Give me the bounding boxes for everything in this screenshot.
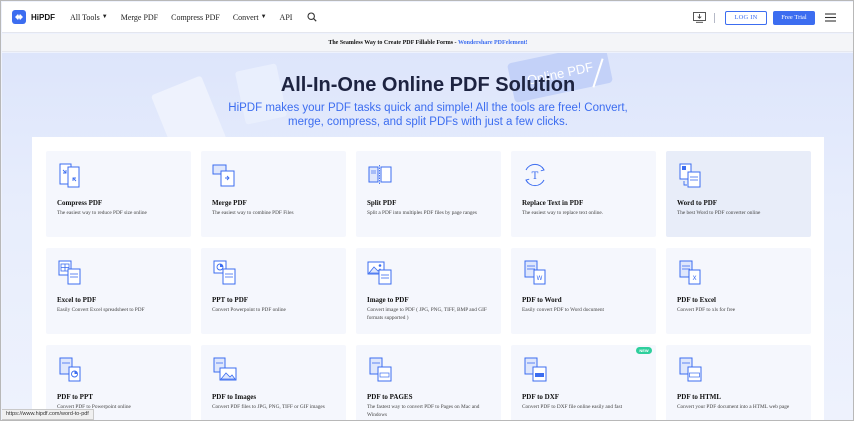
promo-banner[interactable]: The Seamless Way to Create PDF Fillable …	[2, 34, 853, 52]
nav-convert[interactable]: Convert ▼	[233, 13, 267, 22]
tool-card-ppt-to-pdf[interactable]: PPT to PDF Convert Powerpoint to PDF onl…	[201, 248, 346, 334]
pdf-to-html-icon	[676, 355, 704, 383]
tool-title: PDF to HTML	[677, 393, 722, 401]
free-trial-button[interactable]: Free Trial	[773, 10, 815, 25]
logo[interactable]: HiPDF	[12, 10, 55, 24]
replace-text-icon: T	[521, 161, 549, 189]
svg-text:T: T	[532, 171, 539, 182]
hero-subtitle: HiPDF makes your PDF tasks quick and sim…	[228, 102, 628, 128]
ppt-to-pdf-icon	[211, 258, 239, 286]
nav-merge-pdf-label: Merge PDF	[120, 12, 159, 22]
tool-title: Compress PDF	[57, 199, 103, 207]
tool-description: The easiest way to combine PDF Files	[212, 210, 294, 216]
svg-text:X: X	[692, 275, 696, 282]
excel-to-pdf-icon	[56, 258, 84, 286]
nav-api-label: API	[279, 12, 293, 22]
tool-card-replace-text[interactable]: T Replace Text in PDF The easiest way to…	[511, 151, 656, 237]
hamburger-menu-icon[interactable]	[825, 13, 836, 22]
merge-icon	[211, 161, 239, 189]
browser-viewport: HiPDF All Tools ▼ Merge PDF Compress PDF…	[0, 0, 854, 421]
promo-banner-link[interactable]: Wondershare PDFelement!	[458, 40, 528, 46]
nav-all-tools-label: All Tools	[70, 12, 100, 22]
tool-card-compress-pdf[interactable]: Compress PDF The easiest way to reduce P…	[46, 151, 191, 237]
header-divider	[714, 12, 715, 23]
tool-title: Image to PDF	[367, 296, 409, 304]
new-badge: NEW	[636, 347, 652, 354]
tool-title: Merge PDF	[212, 199, 247, 207]
pdf-to-word-icon: W	[521, 258, 549, 286]
tool-description: Convert image to PDF ( JPG, PNG, TIFF, B…	[367, 307, 487, 321]
tool-card-pdf-to-word[interactable]: W PDF to Word Easily convert PDF to Word…	[511, 248, 656, 334]
tool-card-pdf-to-dxf[interactable]: NEW PDF to DXF Convert PDF to DXF file o…	[511, 345, 656, 420]
tool-description: Convert PDF to xls for free	[677, 307, 736, 313]
tool-card-split-pdf[interactable]: Split PDF Split a PDF into multiples PDF…	[356, 151, 501, 237]
tool-description: The easiest way to replace text online.	[522, 210, 604, 216]
word-to-pdf-icon	[676, 161, 704, 189]
tool-description: The easiest way to reduce PDF size onlin…	[57, 210, 147, 216]
top-navbar: HiPDF All Tools ▼ Merge PDF Compress PDF…	[2, 2, 853, 33]
tool-card-pdf-to-images[interactable]: PDF to Images Convert PDF files to JPG, …	[201, 345, 346, 420]
tool-title: Replace Text in PDF	[522, 199, 584, 207]
tool-description: Convert your PDF document into a HTML we…	[677, 404, 790, 410]
tool-description: Convert PDF files to JPG, PNG, TIFF or G…	[212, 404, 325, 410]
chevron-down-icon: ▼	[101, 14, 108, 20]
tool-description: Convert PDF to DXF file online easily an…	[522, 404, 623, 410]
nav-convert-label: Convert	[232, 12, 259, 22]
desktop-download-icon[interactable]	[693, 12, 706, 23]
tool-title: PDF to Word	[522, 296, 562, 304]
tool-card-merge-pdf[interactable]: Merge PDF The easiest way to combine PDF…	[201, 151, 346, 237]
tool-description: Easily convert PDF to Word document	[522, 307, 605, 313]
pdf-to-images-icon	[211, 355, 239, 383]
nav-api[interactable]: API	[280, 13, 293, 22]
main-nav: All Tools ▼ Merge PDF Compress PDF Conve…	[70, 12, 318, 22]
tool-title: PDF to PAGES	[367, 393, 413, 401]
tool-title: Excel to PDF	[57, 296, 97, 304]
tool-description: Convert Powerpoint to PDF online	[212, 307, 286, 313]
nav-compress-pdf-label: Compress PDF	[171, 12, 220, 22]
tool-title: Word to PDF	[677, 199, 718, 207]
nav-all-tools[interactable]: All Tools ▼	[70, 13, 108, 22]
tool-card-pdf-to-pages[interactable]: PDF to PAGES The fastest way to convert …	[356, 345, 501, 420]
pdf-to-pages-icon	[366, 355, 394, 383]
nav-compress-pdf[interactable]: Compress PDF	[171, 13, 220, 22]
tool-title: PDF to Excel	[677, 296, 717, 304]
tool-card-image-to-pdf[interactable]: Image to PDF Convert image to PDF ( JPG,…	[356, 248, 501, 334]
hipdf-logo-icon	[12, 10, 26, 24]
tool-description: The best Word to PDF converter online	[677, 210, 761, 216]
tool-card-pdf-to-excel[interactable]: X PDF to Excel Convert PDF to xls for fr…	[666, 248, 811, 334]
login-button[interactable]: LOG IN	[725, 10, 767, 25]
tool-card-word-to-pdf[interactable]: Word to PDF The best Word to PDF convert…	[666, 151, 811, 237]
chevron-down-icon: ▼	[260, 14, 267, 20]
pdf-to-ppt-icon	[56, 355, 84, 383]
hero-title: All-In-One Online PDF Solution	[280, 74, 576, 96]
split-icon	[366, 161, 394, 189]
link-status-bar: https://www.hipdf.com/word-to-pdf	[2, 409, 94, 420]
tool-card-excel-to-pdf[interactable]: Excel to PDF Easily Convert Excel spread…	[46, 248, 191, 334]
svg-text:W: W	[537, 275, 543, 282]
tool-description: Easily Convert Excel spreadsheet to PDF	[57, 307, 145, 313]
tool-title: PDF to PPT	[57, 393, 93, 401]
tool-title: Split PDF	[367, 199, 397, 207]
compress-icon	[56, 161, 84, 189]
tool-card-pdf-to-html[interactable]: PDF to HTML Convert your PDF document in…	[666, 345, 811, 420]
pdf-to-dxf-icon	[521, 355, 549, 383]
header-actions: LOG IN Free Trial	[693, 2, 853, 33]
tools-panel: Compress PDF The easiest way to reduce P…	[32, 137, 824, 420]
promo-banner-text: The Seamless Way to Create PDF Fillable …	[328, 40, 458, 46]
logo-text: HiPDF	[31, 12, 55, 22]
tool-title: PDF to Images	[212, 393, 257, 401]
tool-title: PDF to DXF	[522, 393, 560, 401]
tool-description: The fastest way to convert PDF to Pages …	[367, 404, 480, 418]
nav-merge-pdf[interactable]: Merge PDF	[121, 13, 158, 22]
search-icon[interactable]	[307, 12, 318, 22]
tool-description: Split a PDF into multiples PDF files by …	[367, 210, 477, 216]
tool-title: PPT to PDF	[212, 296, 249, 304]
pdf-to-excel-icon: X	[676, 258, 704, 286]
image-to-pdf-icon	[366, 258, 394, 286]
